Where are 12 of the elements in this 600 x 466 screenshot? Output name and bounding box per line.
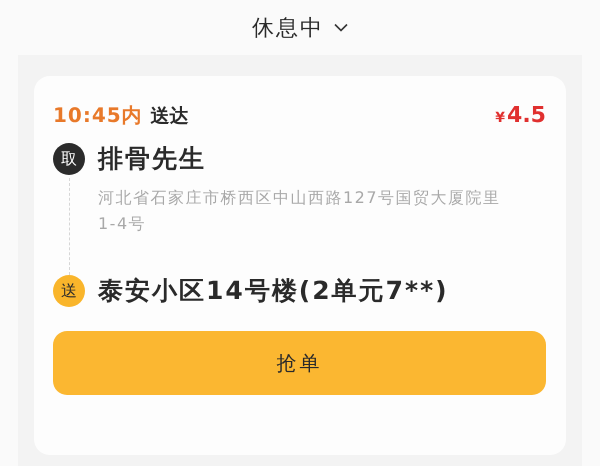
pickup-name: 排骨先生: [98, 143, 207, 175]
chevron-down-icon[interactable]: [334, 23, 348, 32]
delivery-deadline: 10:45内: [53, 102, 143, 129]
deadline-label: 送达: [150, 104, 189, 129]
currency-symbol: ¥: [495, 110, 506, 126]
pickup-address: 河北省石家庄市桥西区中山西路127号国贸大厦院里1-4号: [98, 187, 502, 235]
delivery-address: 泰安小区14号楼(2单元7**): [98, 275, 449, 307]
status-dropdown[interactable]: 休息中: [252, 12, 324, 42]
order-price: 4.5: [507, 103, 546, 128]
delivery-badge: 送: [53, 275, 85, 307]
grab-order-button[interactable]: 抢单: [53, 331, 546, 395]
pickup-badge: 取: [53, 143, 85, 175]
